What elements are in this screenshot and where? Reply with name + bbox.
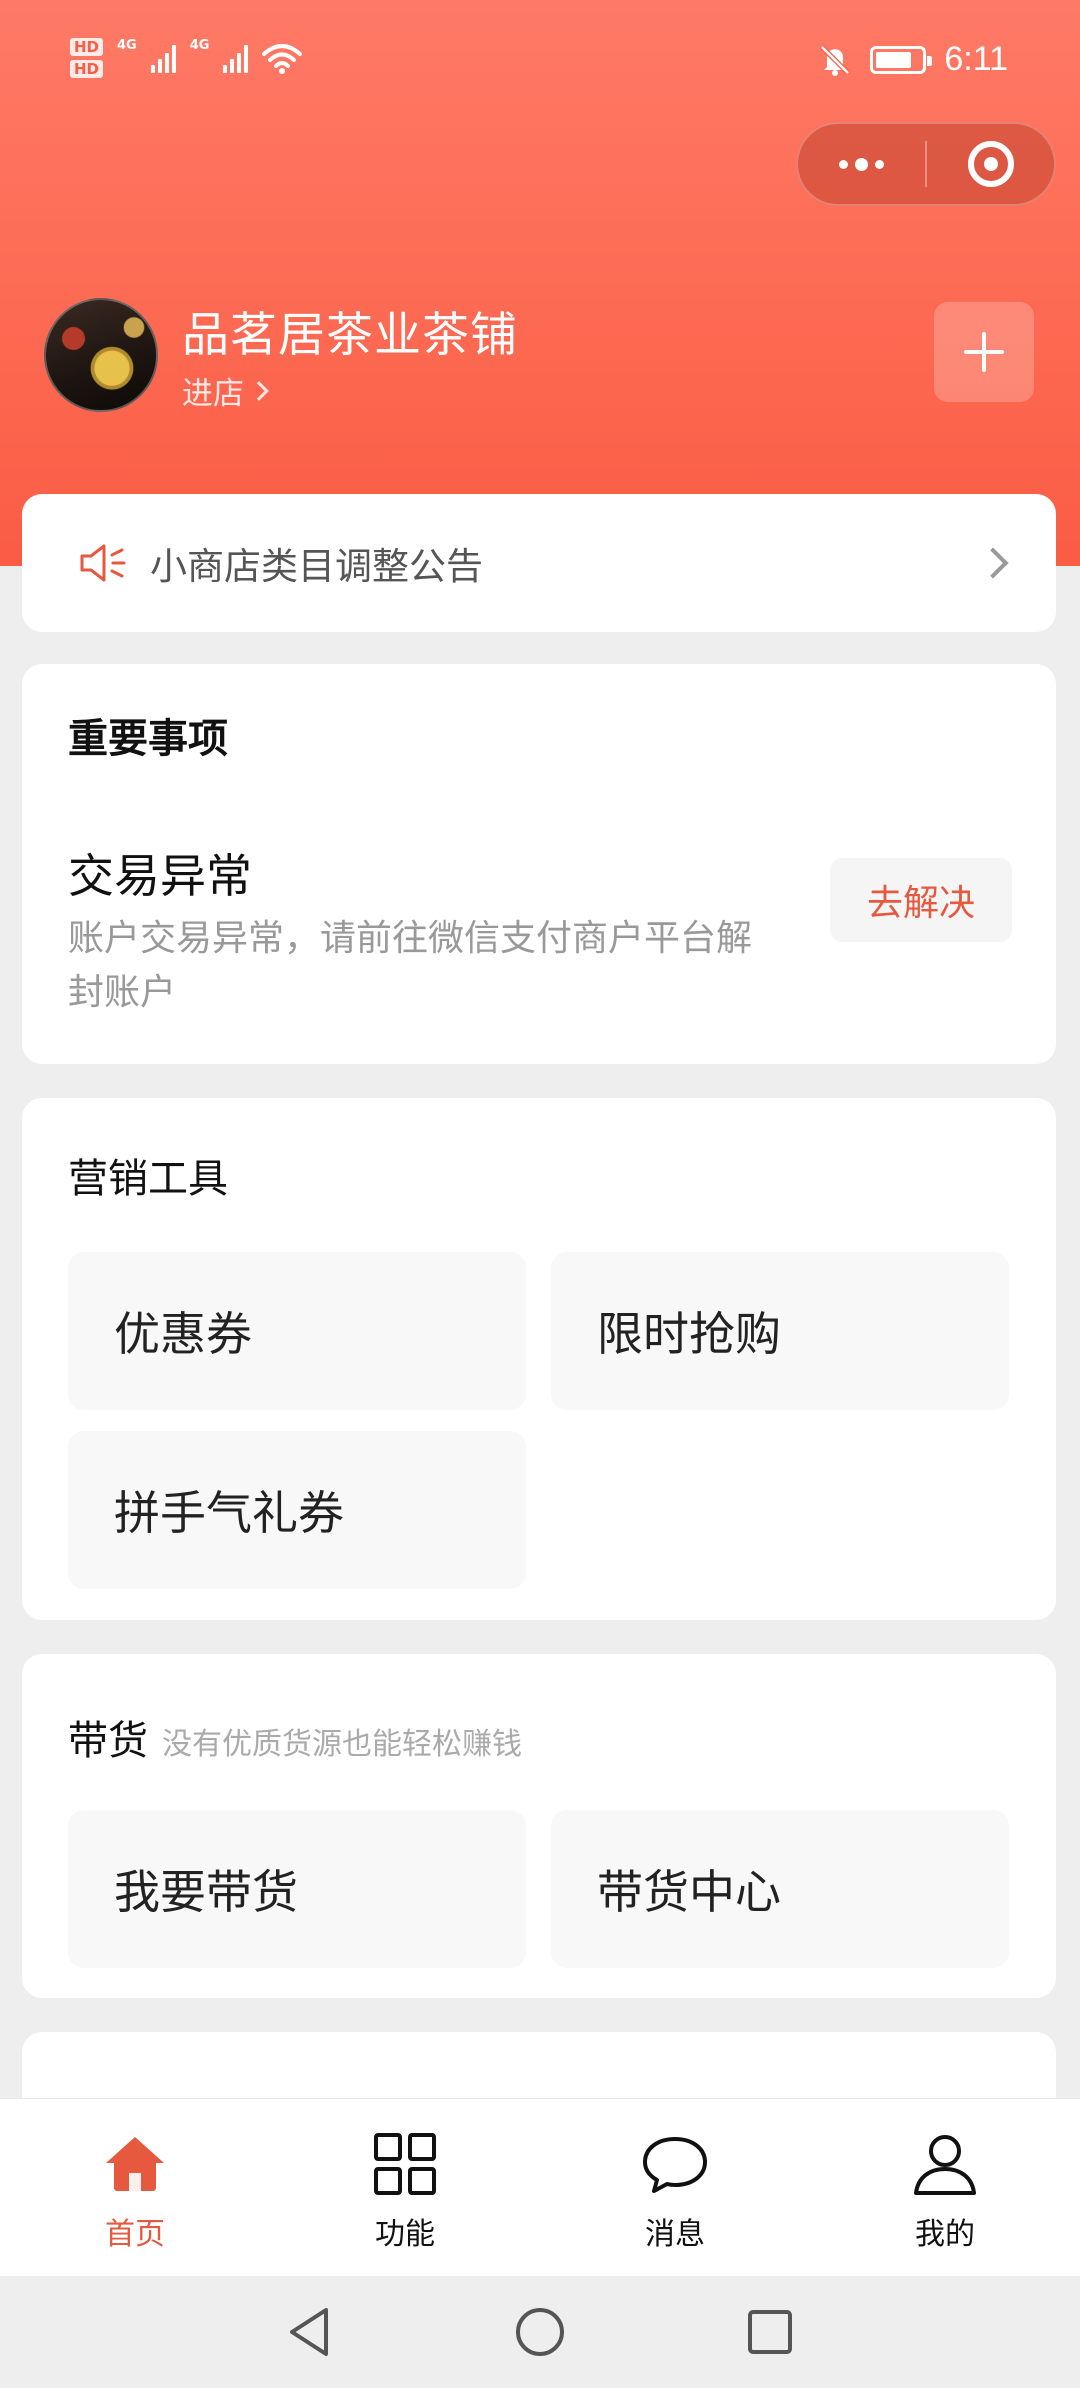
flash-sale-tile[interactable]: 限时抢购 — [551, 1252, 1009, 1410]
tab-features-label: 功能 — [375, 2217, 435, 2252]
marketing-title: 营销工具 — [68, 1156, 228, 1202]
announcement-bar[interactable]: 小商店类目调整公告 — [22, 494, 1056, 632]
network-type-1: 4G — [117, 38, 137, 53]
user-icon — [914, 2135, 976, 2195]
bottom-tab-bar: 首页 功能 消息 我的 — [0, 2098, 1080, 2276]
tab-home-label: 首页 — [105, 2217, 165, 2252]
tab-features[interactable]: 功能 — [270, 2099, 540, 2276]
goods-subtitle: 没有优质货源也能轻松赚钱 — [162, 1727, 522, 1762]
tab-messages-label: 消息 — [645, 2217, 705, 2252]
selling-center-tile[interactable]: 带货中心 — [551, 1810, 1009, 1968]
tab-mine-label: 我的 — [915, 2217, 975, 2252]
more-button[interactable] — [798, 124, 925, 204]
coupon-tile[interactable]: 优惠券 — [68, 1252, 526, 1410]
issue-title: 交易异常 — [68, 849, 252, 903]
grid-icon — [374, 2133, 436, 2195]
speaker-icon — [80, 544, 126, 582]
network-type-2: 4G — [189, 38, 210, 53]
lucky-coupon-tile[interactable]: 拼手气礼券 — [68, 1431, 526, 1589]
goods-title: 带货 — [68, 1718, 148, 1764]
home-circle-icon[interactable] — [512, 2304, 568, 2360]
hd-badge-2: HD — [70, 60, 104, 78]
hd-badge-1: HD — [70, 38, 104, 56]
shop-avatar[interactable] — [44, 298, 158, 412]
signal-bars-2-icon — [223, 43, 249, 73]
plus-icon — [964, 332, 1004, 372]
home-icon — [106, 2137, 164, 2191]
enter-shop-label: 进店 — [182, 376, 244, 412]
tab-mine[interactable]: 我的 — [810, 2099, 1080, 2276]
bell-muted-icon — [820, 44, 851, 76]
miniprogram-capsule — [796, 122, 1056, 206]
hd-indicators: HD HD — [70, 38, 104, 78]
important-section: 重要事项 交易异常 账户交易异常，请前往微信支付商户平台解封账户 去解决 — [22, 664, 1056, 1064]
recents-square-icon[interactable] — [742, 2304, 798, 2360]
clock: 6:11 — [944, 40, 1008, 78]
resolve-button[interactable]: 去解决 — [830, 858, 1012, 942]
tab-home[interactable]: 首页 — [0, 2099, 270, 2276]
goods-section: 带货 没有优质货源也能轻松赚钱 我要带货 带货中心 — [22, 1654, 1056, 1998]
chat-bubble-icon — [643, 2137, 707, 2193]
issue-description: 账户交易异常，请前往微信支付商户平台解封账户 — [68, 918, 753, 1013]
important-title: 重要事项 — [68, 716, 228, 762]
announcement-text: 小商店类目调整公告 — [150, 545, 483, 588]
status-bar: HD HD 4G 4G 6:11 — [0, 30, 1080, 100]
close-miniprogram-button[interactable] — [927, 124, 1054, 204]
signal-bars-1-icon — [150, 43, 176, 73]
tab-messages[interactable]: 消息 — [540, 2099, 810, 2276]
enter-shop-link[interactable]: 进店 — [182, 368, 269, 413]
status-right: 6:11 — [818, 40, 1008, 79]
target-circle-icon — [967, 141, 1014, 187]
more-dots-icon — [839, 157, 884, 171]
system-navigation-bar — [0, 2276, 1080, 2388]
chevron-right-icon — [249, 380, 269, 401]
back-triangle-icon[interactable] — [282, 2304, 338, 2360]
shop-name[interactable]: 品茗居茶业茶铺 — [182, 296, 518, 365]
add-button[interactable] — [934, 302, 1034, 402]
start-selling-tile[interactable]: 我要带货 — [68, 1810, 526, 1968]
wifi-icon — [262, 44, 303, 74]
marketing-tools-section: 营销工具 优惠券 限时抢购 拼手气礼券 — [22, 1098, 1056, 1620]
battery-icon — [870, 45, 933, 74]
battery-fill — [876, 51, 912, 68]
chevron-right-icon — [977, 547, 1009, 579]
signal-group: HD HD 4G 4G — [70, 38, 303, 78]
goods-title-row: 带货 没有优质货源也能轻松赚钱 — [68, 1708, 522, 1766]
